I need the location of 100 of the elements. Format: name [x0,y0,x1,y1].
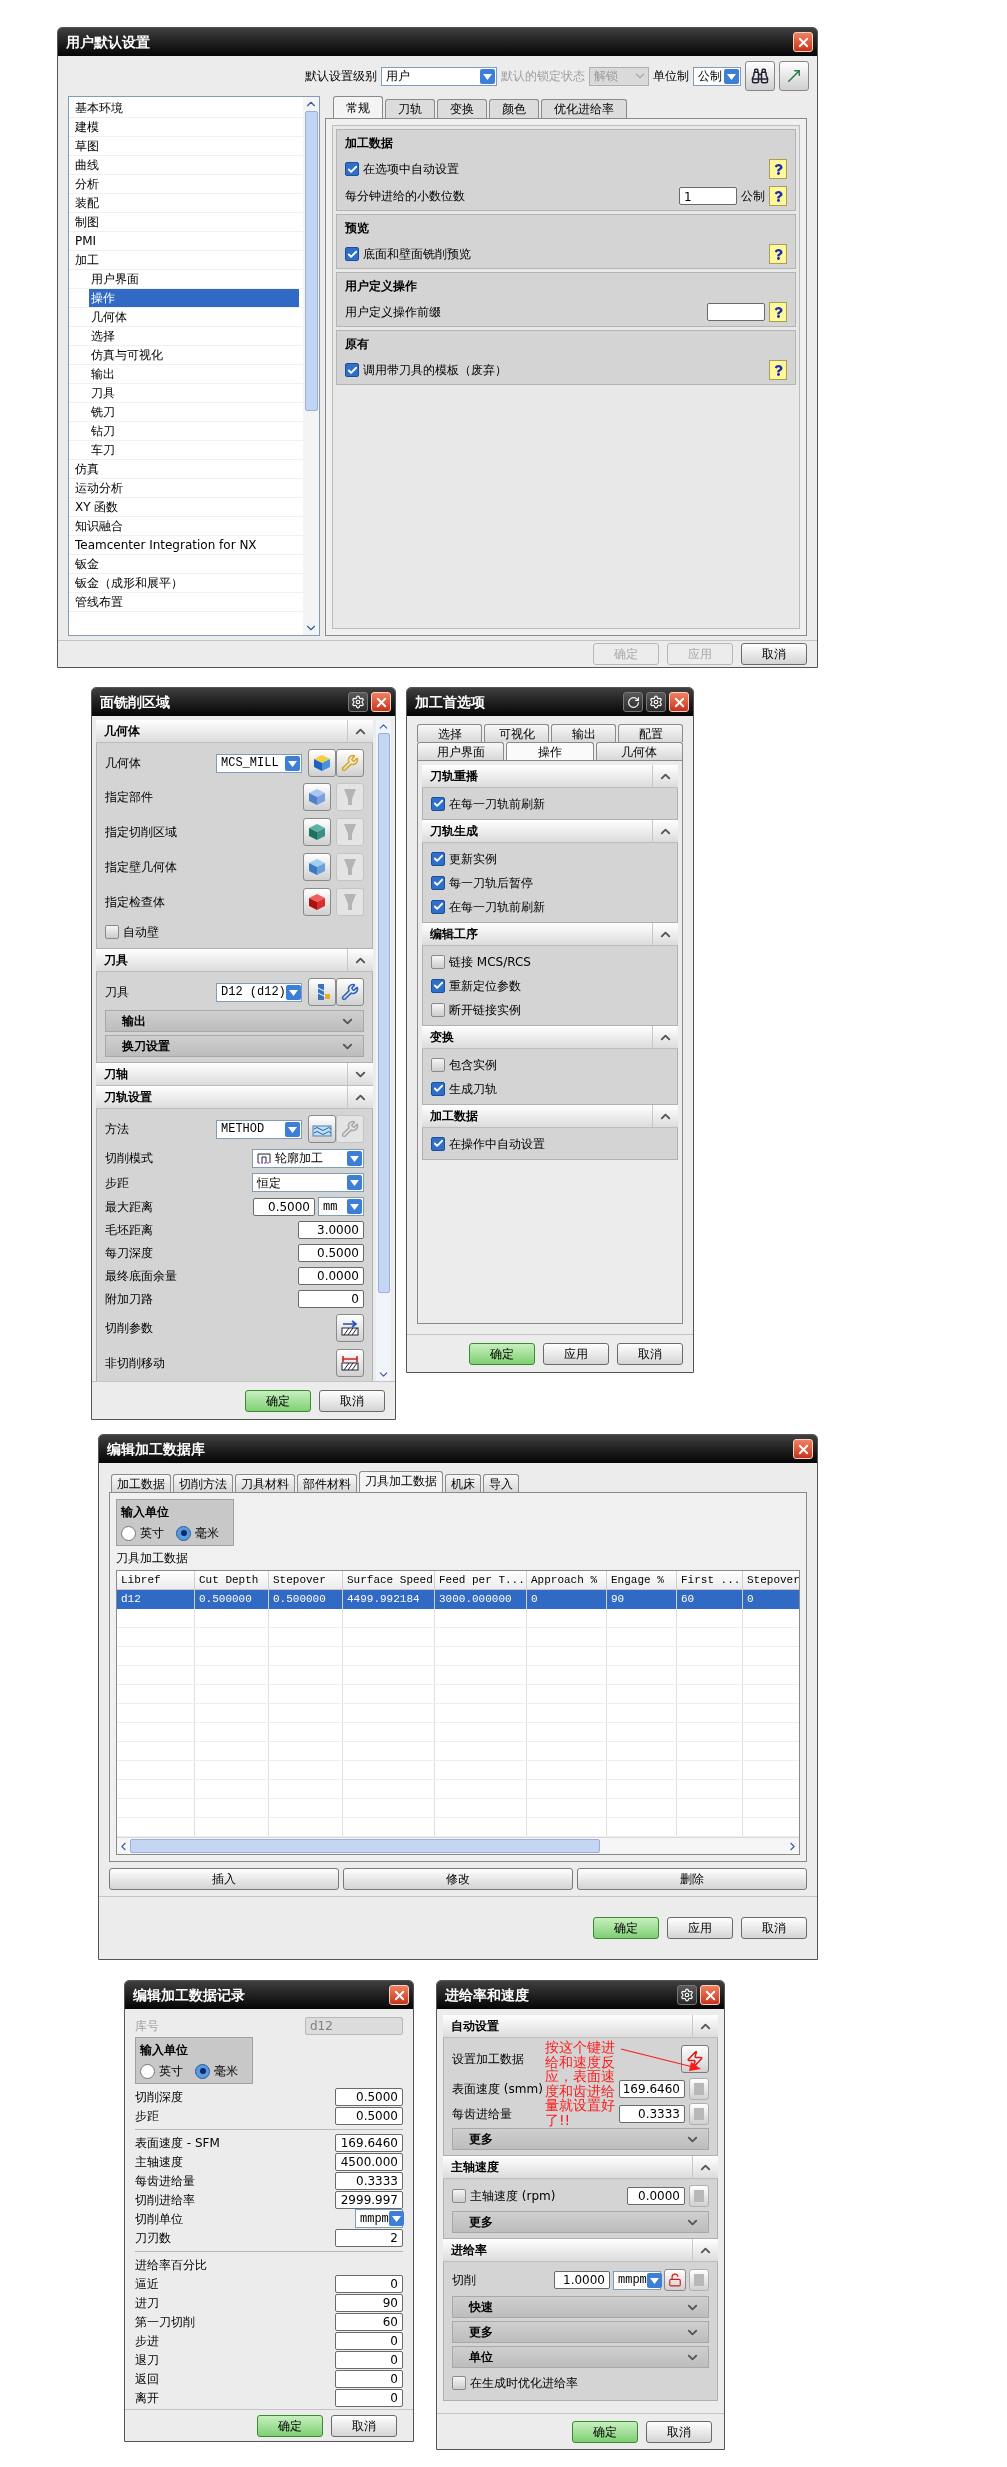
number-field[interactable]: 1.0000 [554,2271,610,2289]
reset-button[interactable] [623,692,643,712]
number-field[interactable]: 0.5000 [298,1244,364,1262]
tree-item[interactable]: 钻刀 [89,422,117,440]
column-header[interactable]: Stepover [743,1571,799,1589]
icon-button[interactable] [336,1314,364,1342]
number-field[interactable]: 0.5000 [253,1197,315,1216]
input-field[interactable] [707,303,765,321]
close-button[interactable] [371,692,391,712]
dialog-button[interactable]: 取消 [741,643,807,665]
checkbox[interactable] [431,1081,445,1096]
radio-button[interactable] [176,1525,191,1541]
close-button[interactable] [669,692,689,712]
dialog-button[interactable]: 取消 [319,1389,385,1412]
dialog-button[interactable]: 确定 [572,2420,638,2443]
dialog-button[interactable]: 取消 [741,1917,807,1939]
checkbox[interactable] [345,162,359,176]
dialog-button[interactable]: 取消 [331,2414,397,2437]
icon-button[interactable] [336,1349,364,1377]
action-button[interactable]: 删除 [577,1868,807,1890]
tree-item[interactable]: 操作 [89,289,299,307]
table-row[interactable]: d12 0.500000 0.500000 4499.992184 3000.000000 0 90 60 0 [117,1590,799,1609]
tree-item[interactable]: Teamcenter Integration for NX [73,536,259,554]
number-field[interactable]: 0.0000 [298,1267,364,1285]
number-field[interactable]: 3.0000 [298,1221,364,1239]
number-field[interactable]: 0.0000 [627,2187,685,2205]
dropdown[interactable]: 公制 [693,66,741,86]
dropdown[interactable]: MCS_MILL [216,753,302,773]
icon-button[interactable] [745,61,775,91]
subsection-bar[interactable]: 更多 [452,2321,709,2343]
tab[interactable]: 导入 [483,1474,519,1492]
tree-item[interactable]: 制图 [73,213,101,231]
tree-item[interactable]: 曲线 [73,156,101,174]
tree-item[interactable]: PMI [73,232,99,250]
tab[interactable]: 可视化 [484,724,549,742]
radio-button[interactable] [121,1525,136,1541]
checkbox[interactable] [431,899,445,914]
number-field[interactable]: 0 [335,2350,403,2369]
dropdown[interactable]: 用户 [381,66,497,86]
tree-item[interactable]: XY 函数 [73,498,121,516]
tree-item[interactable]: 加工 [73,251,101,269]
column-header[interactable]: Libref [117,1571,195,1589]
tab[interactable]: 机床 [445,1474,481,1492]
checkbox[interactable] [431,1057,445,1072]
tree-item[interactable]: 运动分析 [73,479,125,497]
tree-item[interactable]: 草图 [73,137,101,155]
tree-item[interactable]: 分析 [73,175,101,193]
tab[interactable]: 加工数据 [111,1474,171,1492]
subsection-bar[interactable]: 更多 [452,2128,709,2150]
dialog-button[interactable]: 取消 [617,1342,683,1365]
tab[interactable]: 切削方法 [173,1474,233,1492]
checkbox[interactable] [452,2376,466,2390]
section-header[interactable]: 刀具 [96,949,373,972]
tab[interactable]: 操作 [506,742,594,760]
section-header[interactable]: 编辑工序 [422,923,678,946]
input-field[interactable]: 1 [679,187,737,205]
column-header[interactable]: Stepover [269,1571,343,1589]
subsection-bar[interactable]: 单位 [452,2346,709,2368]
tree-item[interactable]: 输出 [89,365,117,383]
dropdown[interactable]: 轮廓加工 [252,1148,364,1168]
number-field[interactable]: 60 [335,2312,403,2331]
column-header[interactable]: Feed per T... [435,1571,527,1589]
tree-item[interactable]: 铣刀 [89,403,117,421]
dialog-button[interactable]: 取消 [646,2420,712,2443]
tree-item[interactable]: 仿真与可视化 [89,346,165,364]
tree-item[interactable]: 钣金 [73,555,101,573]
checkbox[interactable] [345,247,359,261]
subsection-bar[interactable]: 输出 [105,1010,364,1032]
checkbox[interactable] [431,1002,445,1017]
column-header[interactable]: Surface Speed [343,1571,435,1589]
section-header[interactable]: 刀轨设置 [96,1086,373,1109]
number-field[interactable]: 0 [335,2331,403,2350]
dialog-button[interactable]: 确定 [257,2414,323,2437]
tree-item[interactable]: 装配 [73,194,101,212]
tab[interactable]: 优化进给率 [541,99,627,118]
scrollbar-thumb[interactable] [130,1839,600,1853]
close-button[interactable] [793,32,813,52]
dialog-button[interactable]: 确定 [469,1342,535,1365]
tab[interactable]: 部件材料 [297,1474,357,1492]
settings-button[interactable] [646,692,666,712]
number-field[interactable]: 90 [335,2293,403,2312]
settings-button[interactable] [677,1985,697,2005]
dialog-button[interactable]: 应用 [543,1342,609,1365]
radio-button[interactable] [195,2063,210,2079]
action-button[interactable]: 修改 [343,1868,573,1890]
number-field[interactable]: 0.3333 [335,2171,403,2190]
tree-item[interactable]: 选择 [89,327,117,345]
subsection-bar[interactable]: 换刀设置 [105,1035,364,1057]
tree-item[interactable]: 管线布置 [73,593,125,611]
tree-item[interactable]: 钣金（成形和展平） [73,574,185,592]
section-header[interactable]: 自动设置 [443,2015,718,2038]
column-header[interactable]: Engage % [607,1571,677,1589]
number-field[interactable]: 0 [335,2388,403,2407]
number-field[interactable]: 2 [335,2228,403,2247]
dropdown[interactable]: mmpm [613,2270,661,2290]
checkbox[interactable] [431,796,445,811]
close-button[interactable] [793,1439,813,1459]
help-icon[interactable] [769,186,787,206]
column-header[interactable]: First ... [677,1571,743,1589]
number-field[interactable]: 0.5000 [335,2087,403,2106]
